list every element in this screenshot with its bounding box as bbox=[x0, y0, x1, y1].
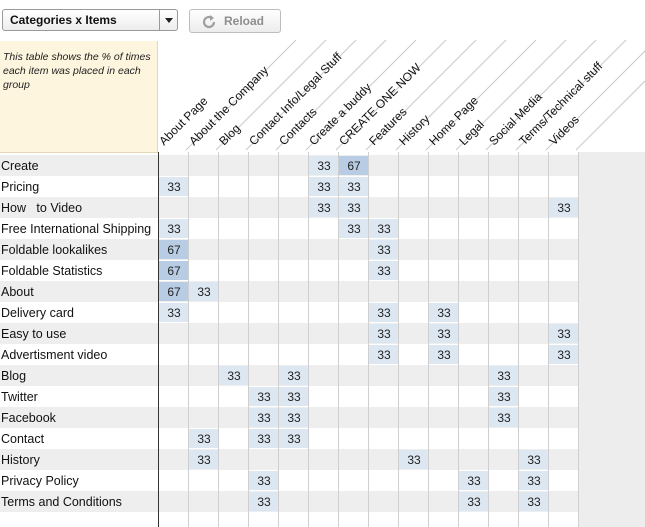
cell-value: 33 bbox=[347, 201, 361, 215]
cell-value: 33 bbox=[497, 411, 511, 425]
cell-value: 33 bbox=[287, 369, 301, 383]
row-label: Contact bbox=[1, 432, 45, 446]
cell-value: 33 bbox=[407, 453, 421, 467]
cell-value: 67 bbox=[347, 159, 361, 173]
grid-margin bbox=[578, 152, 645, 527]
cell-value: 33 bbox=[317, 180, 331, 194]
cell-value: 33 bbox=[317, 201, 331, 215]
cell-value: 33 bbox=[227, 369, 241, 383]
cell-value: 33 bbox=[347, 180, 361, 194]
cell-value: 33 bbox=[287, 411, 301, 425]
cell-value: 33 bbox=[377, 327, 391, 341]
cell-value: 33 bbox=[377, 348, 391, 362]
cell-value: 33 bbox=[557, 201, 571, 215]
row-label: Advertisment video bbox=[1, 348, 108, 362]
row-label: Terms and Conditions bbox=[1, 495, 122, 509]
cell-value: 33 bbox=[167, 180, 181, 194]
cell-value: 33 bbox=[257, 432, 271, 446]
row-label: About bbox=[1, 285, 34, 299]
row-stripe bbox=[0, 281, 578, 302]
cell-value: 67 bbox=[167, 285, 181, 299]
row-label: Create bbox=[1, 159, 39, 173]
cell-value: 33 bbox=[557, 348, 571, 362]
row-label: Pricing bbox=[1, 180, 40, 194]
row-label: Blog bbox=[1, 369, 27, 383]
row-label: Free International Shipping bbox=[1, 222, 152, 236]
cell-value: 33 bbox=[167, 222, 181, 236]
cell-value: 33 bbox=[287, 390, 301, 404]
row-label: Easy to use bbox=[1, 327, 67, 341]
row-label: History bbox=[1, 453, 40, 467]
cell-value: 33 bbox=[377, 306, 391, 320]
row-stripe bbox=[0, 155, 578, 176]
cell-value: 33 bbox=[437, 348, 451, 362]
cell-value: 33 bbox=[497, 390, 511, 404]
cell-value: 33 bbox=[197, 432, 211, 446]
cell-value: 33 bbox=[377, 243, 391, 257]
cell-value: 33 bbox=[317, 159, 331, 173]
cell-value: 33 bbox=[287, 432, 301, 446]
row-label: Foldable lookalikes bbox=[1, 243, 108, 257]
row-label: Privacy Policy bbox=[1, 474, 79, 488]
cell-value: 33 bbox=[257, 495, 271, 509]
cell-value: 33 bbox=[557, 327, 571, 341]
cell-value: 33 bbox=[497, 369, 511, 383]
cell-value: 67 bbox=[167, 264, 181, 278]
cell-value: 33 bbox=[437, 327, 451, 341]
row-label: How to Video bbox=[1, 201, 83, 215]
cell-value: 33 bbox=[257, 411, 271, 425]
row-label: Twitter bbox=[1, 390, 38, 404]
cell-value: 33 bbox=[527, 474, 541, 488]
cell-value: 33 bbox=[527, 453, 541, 467]
row-label: Foldable Statistics bbox=[1, 264, 103, 278]
cell-value: 33 bbox=[377, 222, 391, 236]
cell-value: 33 bbox=[257, 390, 271, 404]
cell-value: 33 bbox=[257, 474, 271, 488]
cell-value: 33 bbox=[167, 306, 181, 320]
cell-value: 33 bbox=[377, 264, 391, 278]
cell-value: 33 bbox=[527, 495, 541, 509]
cell-value: 33 bbox=[467, 474, 481, 488]
row-label: Delivery card bbox=[1, 306, 74, 320]
cell-value: 33 bbox=[467, 495, 481, 509]
row-stripe bbox=[0, 449, 578, 470]
cell-value: 33 bbox=[437, 306, 451, 320]
cell-value: 33 bbox=[197, 453, 211, 467]
row-stripe bbox=[0, 197, 578, 218]
cell-value: 33 bbox=[197, 285, 211, 299]
cell-value: 67 bbox=[167, 243, 181, 257]
cell-value: 33 bbox=[347, 222, 361, 236]
row-label: Facebook bbox=[1, 411, 56, 425]
row-stripe bbox=[0, 323, 578, 344]
